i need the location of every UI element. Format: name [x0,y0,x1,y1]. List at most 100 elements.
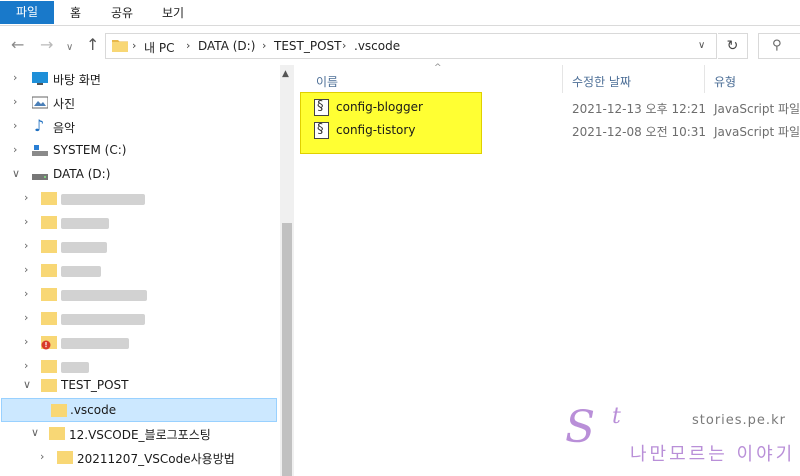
blurred-label [61,218,109,229]
nav-label: DATA (D:) [53,167,111,181]
ribbon: 파일 홈 공유 보기 [0,0,800,26]
back-button[interactable]: ← [11,36,24,54]
address-dropdown-icon[interactable]: ∨ [698,40,705,51]
expand-chevron-icon[interactable]: › [24,311,28,324]
breadcrumb-separator[interactable]: › [342,39,346,52]
watermark-tagline: 나만모르는 이야기 [630,444,796,465]
nav-item-blurred-folder[interactable]: › [0,211,280,235]
nav-label: 20211207_VSCode사용방법 [77,452,235,466]
file-date: 2021-12-08 오전 10:31 [572,125,707,139]
blurred-label [61,242,107,253]
nav-item-blurred-folder[interactable]: › [0,331,280,355]
nav-label: TEST_POST [61,378,129,392]
pictures-icon [32,96,48,109]
nav-item-vscode[interactable]: .vscode [1,398,277,422]
watermark-logo-s: S [565,402,596,453]
nav-item-data-d[interactable]: ∨ DATA (D:) [0,163,280,187]
refresh-button[interactable]: ↻ [718,33,748,59]
blurred-label [61,314,145,325]
expand-chevron-icon[interactable]: › [24,335,28,348]
expand-chevron-icon[interactable]: › [24,191,28,204]
breadcrumb-separator[interactable]: › [132,39,136,52]
nav-label: 바탕 화면 [53,73,101,87]
scrollbar-thumb[interactable] [282,223,292,476]
folder-icon [41,216,57,229]
folder-icon [41,379,57,392]
blurred-label [61,362,89,373]
column-header-type[interactable]: 유형 [714,73,736,90]
expand-chevron-icon[interactable]: › [24,287,28,300]
column-header-name[interactable]: 이름 [316,73,338,90]
column-header-date[interactable]: 수정한 날짜 [572,73,631,90]
file-type: JavaScript 파일 [714,102,800,116]
nav-item-music[interactable]: › ♪ 음악 [0,115,280,139]
tab-file[interactable]: 파일 [0,1,54,24]
nav-item-blurred-folder[interactable]: › [0,187,280,211]
watermark-logo-t: t [612,404,621,429]
nav-item-blurred-folder[interactable]: › [0,235,280,259]
expand-chevron-icon[interactable]: › [13,71,17,84]
folder-icon [41,192,57,205]
address-row: ← → ∨ ↑ › 내 PC › DATA (D:) › TEST_POST ›… [0,27,800,65]
expand-chevron-icon[interactable]: › [40,450,44,463]
expand-chevron-icon[interactable]: › [13,119,17,132]
folder-icon [41,288,57,301]
folder-icon [112,40,128,52]
nav-item-test-post[interactable]: ∨ TEST_POST [0,374,280,398]
recent-locations-chevron-icon[interactable]: ∨ [66,39,73,57]
folder-icon [41,360,57,373]
navigation-scrollbar[interactable]: ▲ [280,65,294,476]
drive-icon [32,174,48,180]
navigation-pane: › 바탕 화면 › 사진 › ♪ 음악 › SYSTEM (C:) ∨ DATA… [0,65,280,476]
tab-view[interactable]: 보기 [162,3,184,24]
column-divider[interactable] [704,65,705,93]
tab-share[interactable]: 공유 [111,3,133,24]
expand-chevron-icon[interactable]: › [24,263,28,276]
file-row[interactable]: config-blogger 2021-12-13 오후 12:21 JavaS… [296,97,800,119]
nav-item-blurred-folder[interactable]: › [0,259,280,283]
blurred-label [61,290,147,301]
watermark-url: stories.pe.kr [692,413,786,428]
collapse-chevron-icon[interactable]: ∨ [12,167,20,180]
nav-label: SYSTEM (C:) [53,143,127,157]
nav-item-desktop[interactable]: › 바탕 화면 [0,67,280,91]
search-input[interactable]: ⚲ [758,33,800,59]
breadcrumb-this-pc[interactable]: 내 PC [144,39,174,56]
nav-item-vscode-blog[interactable]: ∨ 12.VSCODE_블로그포스팅 [0,422,280,446]
breadcrumb-test-post[interactable]: TEST_POST [274,39,342,53]
sort-ascending-icon: ^ [434,63,442,73]
breadcrumb-vscode[interactable]: .vscode [354,39,400,53]
up-button[interactable]: ↑ [86,36,99,54]
folder-icon [41,264,57,277]
folder-icon [41,240,57,253]
breadcrumb-separator[interactable]: › [262,39,266,52]
music-note-icon: ♪ [34,116,45,135]
expand-chevron-icon[interactable]: › [13,95,17,108]
folder-icon [51,404,67,417]
forward-button[interactable]: → [40,36,53,54]
expand-chevron-icon[interactable]: › [13,143,17,156]
expand-chevron-icon[interactable]: › [24,239,28,252]
nav-item-blurred-folder[interactable]: › [0,307,280,331]
tab-home[interactable]: 홈 [70,3,81,24]
address-bar[interactable]: › 내 PC › DATA (D:) › TEST_POST › .vscode… [105,33,717,59]
search-icon: ⚲ [772,38,782,53]
collapse-chevron-icon[interactable]: ∨ [31,426,39,439]
breadcrumb-data-d[interactable]: DATA (D:) [198,39,255,53]
collapse-chevron-icon[interactable]: ∨ [23,378,31,391]
expand-chevron-icon[interactable]: › [24,215,28,228]
desktop-icon [32,72,48,85]
folder-icon [57,451,73,464]
scroll-up-icon[interactable]: ▲ [282,69,289,79]
nav-item-vscode-usage[interactable]: › 20211207_VSCode사용방법 [0,446,280,470]
nav-item-blurred-folder[interactable]: › [0,283,280,307]
blurred-label [61,266,101,277]
nav-item-pictures[interactable]: › 사진 [0,91,280,115]
folder-warning-icon [41,336,57,350]
nav-item-system-c[interactable]: › SYSTEM (C:) [0,139,280,163]
column-divider[interactable] [562,65,563,93]
breadcrumb-separator[interactable]: › [186,39,190,52]
system-drive-icon [32,145,48,156]
expand-chevron-icon[interactable]: › [24,359,28,372]
file-row[interactable]: config-tistory 2021-12-08 오전 10:31 JavaS… [296,120,800,142]
